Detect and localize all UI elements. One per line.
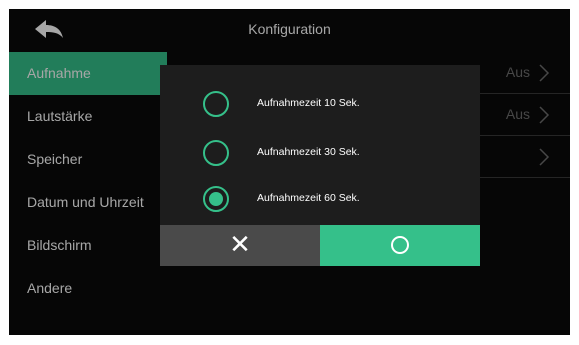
close-icon: ✕ [229, 230, 251, 260]
radio-selected[interactable] [203, 186, 229, 212]
device-screen: Konfiguration Aufnahme Lautstärke Speich… [9, 9, 570, 335]
radio-unselected[interactable] [203, 91, 229, 117]
option-10-seconds[interactable]: Aufnahmezeit 10 Sek. [160, 84, 480, 124]
radio-unselected[interactable] [203, 140, 229, 166]
option-label: Aufnahmezeit 10 Sek. [257, 97, 360, 109]
radio-dot [209, 192, 223, 206]
cancel-button[interactable]: ✕ [160, 225, 320, 266]
recording-time-dialog: Aufnahmezeit 10 Sek. Aufnahmezeit 30 Sek… [160, 65, 480, 266]
confirm-button[interactable] [320, 225, 480, 266]
circle-icon [391, 236, 409, 254]
option-label: Aufnahmezeit 30 Sek. [257, 146, 360, 158]
option-60-seconds[interactable]: Aufnahmezeit 60 Sek. [160, 179, 480, 219]
option-30-seconds[interactable]: Aufnahmezeit 30 Sek. [160, 133, 480, 173]
option-label: Aufnahmezeit 60 Sek. [257, 192, 360, 204]
